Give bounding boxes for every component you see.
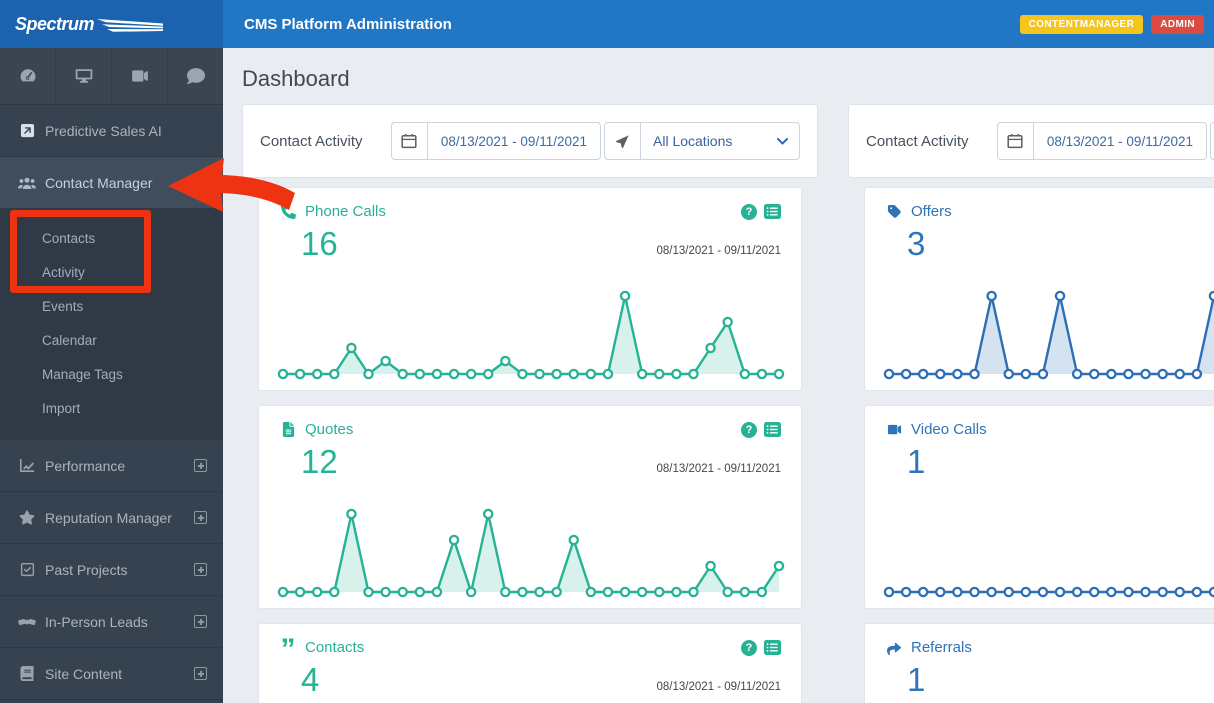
card-date-range: 08/13/2021 - 09/11/2021: [656, 245, 781, 257]
contact-activity-panel-left: Contact Activity 08/13/2021 - 09/11/2021…: [242, 104, 818, 703]
sidebar-item-label: Predictive Sales AI: [45, 122, 162, 139]
expand-icon[interactable]: [194, 667, 207, 680]
location-select[interactable]: All Locations: [604, 122, 800, 160]
logo-swoosh-icon: [97, 19, 164, 32]
contacts-card: ” Contacts ? 4 08/13/2021 - 09/11/2021: [258, 623, 802, 703]
sidebar: Predictive Sales AI Contact Manager Cont…: [0, 48, 223, 703]
video-calls-card: Video Calls 1 08/13/2021 - 09/11/2021: [864, 405, 1214, 609]
offers-sparkline: [883, 290, 1214, 380]
book-icon: [18, 666, 36, 681]
expand-icon[interactable]: [194, 615, 207, 628]
expand-icon[interactable]: [194, 459, 207, 472]
date-range-input[interactable]: 08/13/2021 - 09/11/2021: [390, 122, 601, 160]
video-camera-icon[interactable]: [112, 48, 168, 104]
submenu-item-calendar[interactable]: Calendar: [0, 324, 223, 358]
card-title: Offers: [911, 203, 952, 220]
sidebar-item-predictive-sales-ai[interactable]: Predictive Sales AI: [0, 105, 223, 157]
card-title: Referrals: [911, 639, 972, 656]
list-icon[interactable]: [764, 422, 781, 437]
video-camera-icon: [885, 422, 903, 437]
offers-card: Offers ? 3 08/13/2021 - 09/11/2021: [864, 187, 1214, 391]
card-title: Contacts: [305, 639, 365, 656]
gauge-icon[interactable]: [0, 48, 56, 104]
expand-icon[interactable]: [194, 563, 207, 576]
sidebar-item-label: Reputation Manager: [45, 509, 172, 526]
date-range-input[interactable]: 08/13/2021 - 09/11/2021: [996, 122, 1207, 160]
topbar: Spectrum CMS Platform Administration CON…: [0, 0, 1214, 48]
help-icon[interactable]: ?: [741, 639, 757, 656]
sidebar-item-past-projects[interactable]: Past Projects: [0, 544, 223, 596]
contentmanager-badge: CONTENTMANAGER: [1019, 14, 1144, 34]
star-icon: [18, 510, 36, 525]
chevron-down-icon: [777, 137, 788, 145]
submenu-item-import[interactable]: Import: [0, 392, 223, 426]
sidebar-item-reputation-manager[interactable]: Reputation Manager: [0, 492, 223, 544]
location-arrow-icon: [605, 123, 641, 159]
submenu-item-manage-tags[interactable]: Manage Tags: [0, 358, 223, 392]
card-total: 1: [907, 661, 926, 698]
calendar-icon[interactable]: [392, 123, 428, 159]
location-select[interactable]: [1210, 122, 1214, 160]
location-select-value: All Locations: [653, 133, 733, 149]
share-icon: [885, 641, 903, 655]
card-total: 1: [907, 443, 926, 480]
quote-icon: ”: [280, 632, 296, 666]
tag-icon: [885, 204, 903, 219]
referrals-card: Referrals 1 08/13/2021 - 09/11/2021: [864, 623, 1214, 703]
sidebar-item-label: Performance: [45, 457, 126, 474]
sidebar-item-in-person-leads[interactable]: In-Person Leads: [0, 596, 223, 648]
list-icon[interactable]: [764, 640, 781, 655]
main-content: Dashboard Contact Activity 08/13/2021 - …: [223, 48, 1214, 703]
app-title: CMS Platform Administration: [244, 15, 452, 33]
card-title: Video Calls: [911, 421, 987, 438]
phone-calls-sparkline: [277, 290, 785, 380]
comment-icon[interactable]: [168, 48, 223, 104]
video-calls-sparkline: [883, 586, 1214, 598]
card-date-range: 08/13/2021 - 09/11/2021: [656, 681, 781, 693]
role-badges: CONTENTMANAGER ADMIN: [1019, 14, 1204, 34]
contact-activity-panel-right: Contact Activity 08/13/2021 - 09/11/2021: [848, 104, 1214, 703]
submenu-item-events[interactable]: Events: [0, 290, 223, 324]
card-total: 3: [907, 225, 926, 262]
expand-icon[interactable]: [194, 511, 207, 524]
annotation-arrow: [168, 158, 295, 212]
sidebar-item-label: In-Person Leads: [45, 613, 148, 630]
help-icon[interactable]: ?: [741, 421, 757, 438]
phone-calls-card: Phone Calls ? 16 08/13/2021 - 09/11/2021: [258, 187, 802, 391]
logo-text: Spectrum: [15, 13, 95, 34]
card-title: Quotes: [305, 421, 354, 438]
spectrum-logo[interactable]: Spectrum: [0, 0, 223, 48]
date-range-value[interactable]: 08/13/2021 - 09/11/2021: [428, 123, 600, 159]
sidebar-item-label: Past Projects: [45, 561, 128, 578]
external-link-square-icon: [18, 123, 36, 138]
list-icon[interactable]: [764, 204, 781, 219]
admin-badge: ADMIN: [1151, 14, 1204, 34]
panel-title: Contact Activity: [260, 132, 363, 150]
file-text-icon: [279, 422, 297, 437]
sidebar-icon-strip: [0, 48, 223, 105]
panel-title: Contact Activity: [866, 132, 969, 150]
line-chart-icon: [18, 458, 36, 473]
check-square-icon: [18, 562, 36, 577]
quotes-sparkline: [277, 508, 785, 598]
panel-header: Contact Activity 08/13/2021 - 09/11/2021…: [242, 104, 818, 178]
users-icon: [18, 176, 36, 190]
sidebar-item-label: Site Content: [45, 665, 123, 682]
date-range-value[interactable]: 08/13/2021 - 09/11/2021: [1034, 123, 1206, 159]
sidebar-item-site-content[interactable]: Site Content: [0, 648, 223, 700]
help-icon[interactable]: ?: [741, 203, 757, 220]
panel-header: Contact Activity 08/13/2021 - 09/11/2021: [848, 104, 1214, 178]
sidebar-item-performance[interactable]: Performance: [0, 440, 223, 492]
card-date-range: 08/13/2021 - 09/11/2021: [656, 463, 781, 475]
quotes-card: Quotes ? 12 08/13/2021 - 09/11/2021: [258, 405, 802, 609]
calendar-icon[interactable]: [998, 123, 1034, 159]
annotation-highlight-box: [10, 210, 151, 293]
desktop-icon[interactable]: [56, 48, 112, 104]
handshake-icon: [18, 615, 36, 629]
page-title: Dashboard: [242, 66, 350, 91]
card-title: Phone Calls: [305, 203, 386, 220]
